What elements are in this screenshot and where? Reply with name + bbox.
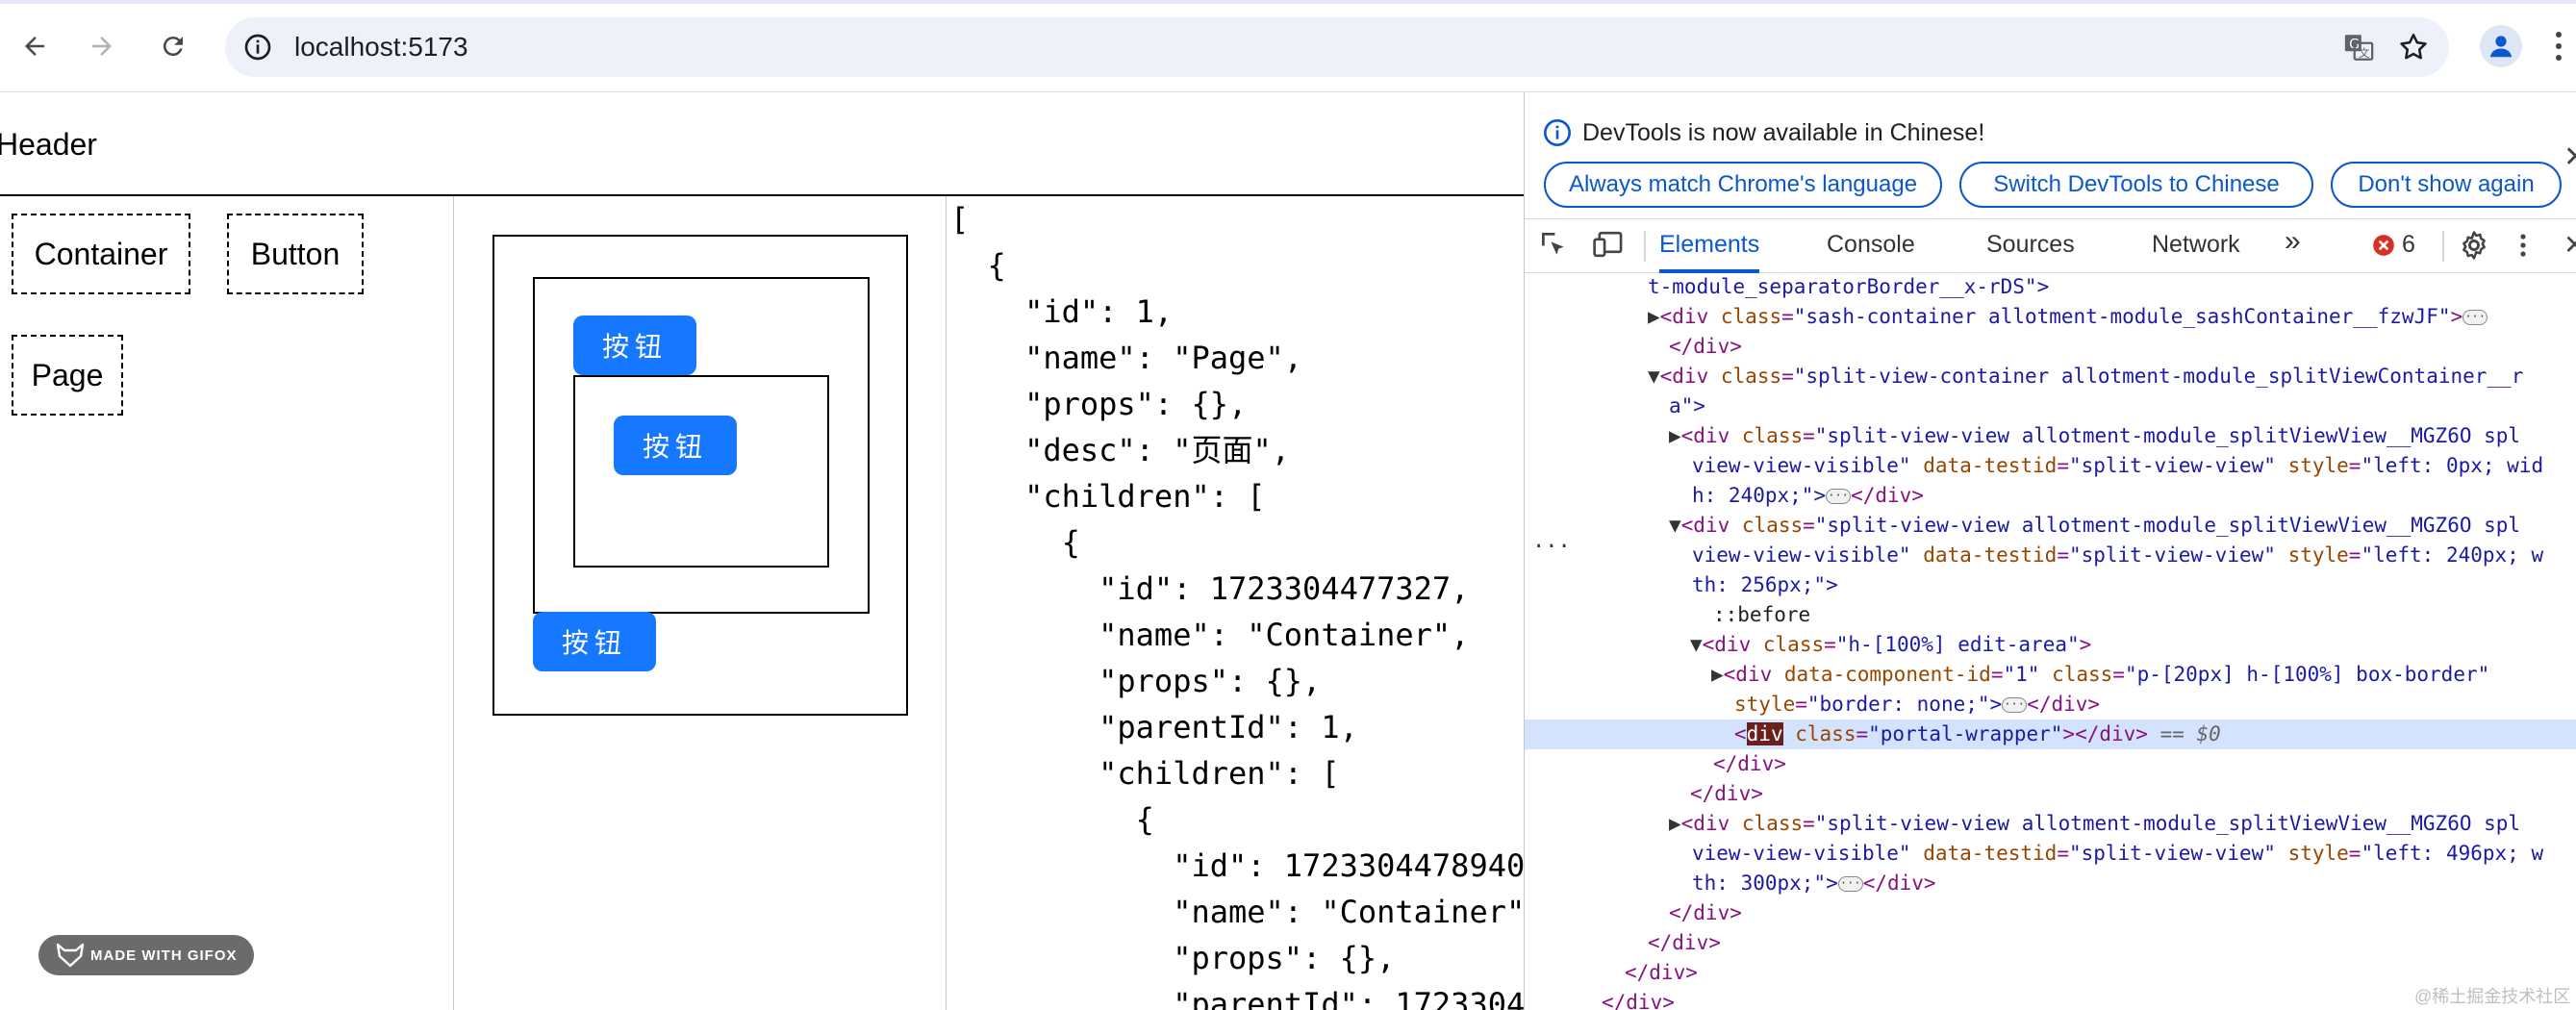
gifox-text: MADE WITH GIFOX	[90, 947, 238, 964]
error-count[interactable]: 6	[2402, 231, 2415, 259]
app-header: Header	[0, 92, 1524, 196]
bottom-button-component[interactable]: 按钮	[533, 612, 656, 671]
always-match-language-button[interactable]: Always match Chrome's language	[1544, 162, 1942, 208]
dom-line[interactable]: </div>	[1525, 779, 2576, 809]
tab-elements[interactable]: Elements	[1659, 231, 1759, 259]
material-page[interactable]: Page	[12, 335, 123, 416]
dom-line[interactable]: h: 240px;"> ··· </div>	[1525, 481, 2576, 511]
close-devtools-icon[interactable]: ✕	[2563, 229, 2576, 261]
json-preview: [ { "id": 1, "name": "Page", "props": {}…	[947, 196, 1524, 1010]
more-tabs-icon[interactable]: »	[2285, 225, 2301, 258]
devtools-panel: DevTools is now available in Chinese! ✕ …	[1524, 92, 2576, 1010]
info-icon	[1542, 117, 1573, 153]
dom-line[interactable]: </div>	[1525, 749, 2576, 779]
tab-network[interactable]: Network	[2152, 231, 2240, 259]
devtools-toolbar: Elements Console Sources Network » 6 ✕	[1525, 219, 2576, 273]
dom-line[interactable]: ▼<div class="h-[100%] edit-area">	[1525, 630, 2576, 660]
dom-line[interactable]: t-module_separatorBorder__x-rDS">	[1525, 273, 2576, 302]
switch-to-chinese-button[interactable]: Switch DevTools to Chinese	[1959, 162, 2313, 208]
dom-line[interactable]: ▶<div class="split-view-view allotment-m…	[1525, 421, 2576, 451]
device-toolbar-icon[interactable]	[1592, 229, 1625, 265]
svg-text:文: 文	[2359, 46, 2369, 60]
tab-console[interactable]: Console	[1827, 231, 1915, 259]
dom-line[interactable]: ▶<div class="split-view-view allotment-m…	[1525, 809, 2576, 839]
dom-line[interactable]: view-view-visible" data-testid="split-vi…	[1525, 451, 2576, 481]
url-text[interactable]: localhost:5173	[294, 32, 468, 63]
dom-line-selected[interactable]: <div class="portal-wrapper"></div> == $0	[1525, 720, 2576, 749]
dom-line[interactable]: ▶<div class="sash-container allotment-mo…	[1525, 302, 2576, 332]
dom-line[interactable]: th: 300px;"> ··· </div>	[1525, 869, 2576, 898]
chrome-menu-icon[interactable]	[2553, 25, 2576, 67]
dom-line[interactable]: </div>	[1525, 898, 2576, 928]
translate-icon[interactable]: G文	[2341, 31, 2376, 68]
browser-toolbar: localhost:5173 G文	[0, 0, 2576, 92]
inspect-element-icon[interactable]	[1538, 229, 1569, 265]
dom-line[interactable]: a">	[1525, 391, 2576, 421]
watermark-text: @稀土掘金技术社区	[2414, 987, 2571, 1006]
error-icon[interactable]	[2371, 233, 2396, 263]
site-info-icon[interactable]	[242, 32, 273, 67]
material-container[interactable]: Container	[12, 214, 190, 294]
language-banner: DevTools is now available in Chinese! ✕ …	[1525, 92, 2576, 219]
dom-line[interactable]: th: 256px;">	[1525, 570, 2576, 600]
dom-line[interactable]: view-view-visible" data-testid="split-vi…	[1525, 839, 2576, 869]
material-button[interactable]: Button	[227, 214, 364, 294]
button-component[interactable]: 按钮	[573, 316, 696, 375]
nested-button-component[interactable]: 按钮	[614, 416, 737, 475]
dont-show-again-button[interactable]: Don't show again	[2331, 162, 2562, 208]
dom-line[interactable]: ▼<div class="split-view-container allotm…	[1525, 362, 2576, 391]
bookmark-star-icon[interactable]	[2397, 31, 2430, 68]
profile-avatar-icon[interactable]	[2480, 25, 2522, 67]
dom-line[interactable]: </div>	[1525, 332, 2576, 362]
back-arrow-icon[interactable]	[12, 23, 58, 69]
edit-area: 按钮 按钮 按钮	[454, 196, 947, 1010]
dom-line-more-icon[interactable]: ···	[1532, 535, 1571, 559]
tab-sources[interactable]: Sources	[1986, 231, 2075, 259]
forward-arrow-icon[interactable]	[79, 23, 125, 69]
dom-line[interactable]: </div>	[1525, 928, 2576, 958]
more-options-icon[interactable]	[2517, 229, 2529, 266]
toolbar-divider	[1644, 231, 1646, 262]
web-page: Header Container Button Page 按钮 按钮 按钮 [ …	[0, 92, 1524, 1010]
dom-line[interactable]: ▶<div data-component-id="1" class="p-[20…	[1525, 660, 2576, 690]
dom-tree: t-module_separatorBorder__x-rDS"> ▶<div …	[1525, 273, 2576, 1010]
gifox-badge: MADE WITH GIFOX	[38, 935, 254, 975]
close-icon[interactable]: ✕	[2563, 140, 2576, 174]
fox-logo-icon	[56, 943, 85, 972]
settings-gear-icon[interactable]	[2458, 229, 2490, 266]
dom-line[interactable]: ▼<div class="split-view-view allotment-m…	[1525, 511, 2576, 541]
dom-line[interactable]: view-view-visible" data-testid="split-vi…	[1525, 541, 2576, 570]
banner-message: DevTools is now available in Chinese!	[1582, 119, 1985, 146]
dom-line[interactable]: ::before	[1525, 600, 2576, 630]
toolbar-divider	[2442, 231, 2444, 262]
material-panel: Container Button Page	[0, 196, 454, 1010]
reload-icon[interactable]	[150, 23, 196, 69]
header-title: Header	[0, 127, 97, 162]
dom-line[interactable]: style="border: none;"> ··· </div>	[1525, 690, 2576, 720]
tab-strip-edge	[0, 0, 2576, 4]
address-bar[interactable]: localhost:5173 G文	[225, 17, 2449, 77]
json-code: [ { "id": 1, "name": "Page", "props": {}…	[950, 201, 1524, 1010]
